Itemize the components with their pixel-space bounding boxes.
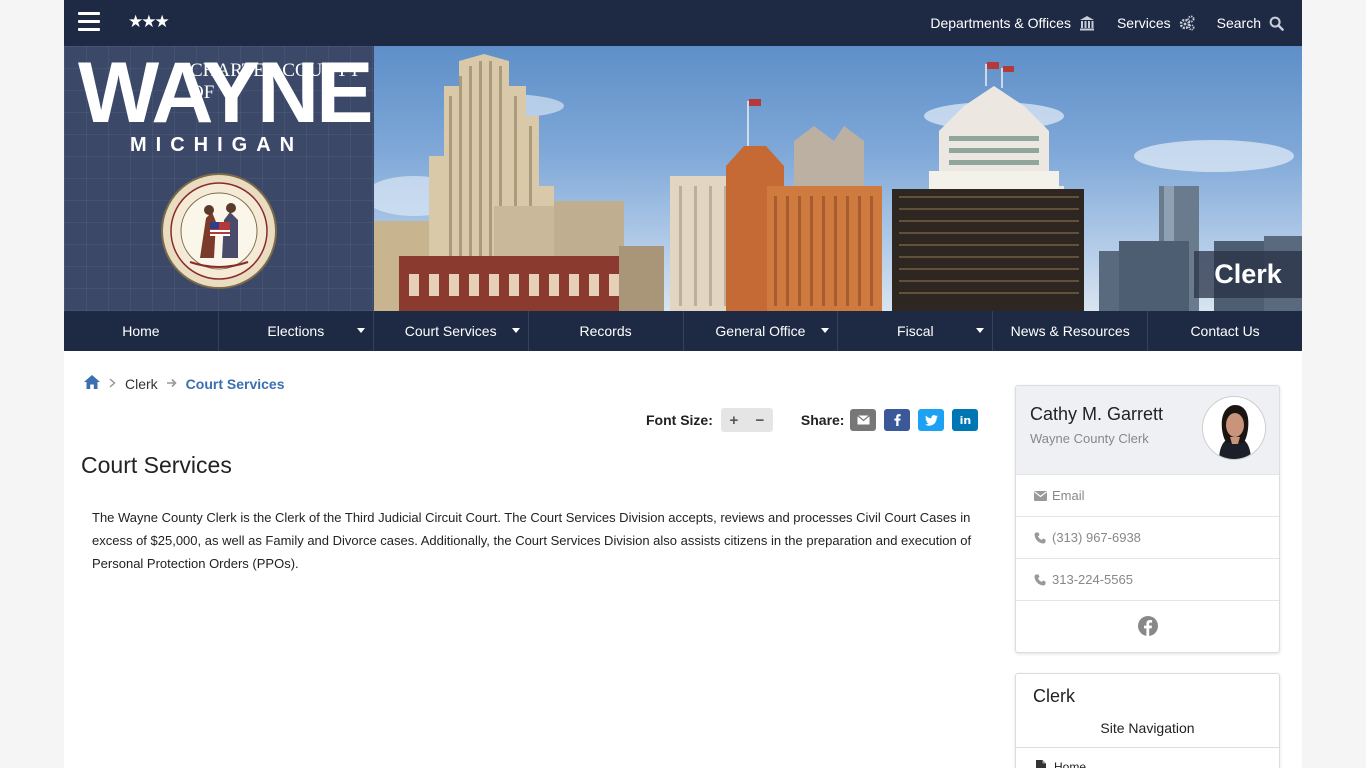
site-nav-home-link[interactable]: Home: [1016, 747, 1279, 768]
contact-card-header: Cathy M. Garrett Wayne County Clerk: [1016, 386, 1279, 474]
contact-email-link[interactable]: Email: [1016, 474, 1279, 516]
page-title: Court Services: [81, 452, 232, 478]
nav-home[interactable]: Home: [64, 311, 219, 351]
twitter-icon: [924, 414, 938, 426]
site-navigation-card: Clerk Site Navigation Home: [1015, 673, 1280, 768]
contact-facebook-row: [1016, 600, 1279, 652]
detroit-skyline-image: Clerk: [374, 46, 1302, 311]
nav-news-resources[interactable]: News & Resources: [993, 311, 1149, 351]
breadcrumb-current[interactable]: Court Services: [186, 376, 285, 392]
envelope-icon: [857, 415, 870, 425]
services-label: Services: [1116, 15, 1171, 31]
contact-email-label: Email: [1052, 488, 1085, 503]
nav-home-label: Home: [122, 323, 160, 339]
nav-court-services-label: Court Services: [404, 323, 497, 339]
font-decrease-button[interactable]: −: [756, 412, 765, 429]
site-nav-home-label: Home: [1054, 760, 1087, 768]
share-facebook-button[interactable]: [884, 409, 911, 431]
page: ★★★ Departments & Offices Services Searc…: [64, 0, 1302, 768]
county-seal-icon: [160, 172, 278, 290]
nav-elections[interactable]: Elections: [219, 311, 374, 351]
gears-icon: [1179, 15, 1195, 31]
envelope-icon: [1032, 490, 1048, 501]
nav-contact-us-label: Contact Us: [1190, 323, 1260, 339]
facebook-circle-icon[interactable]: [1137, 616, 1158, 639]
site-navigation-subtitle: Site Navigation: [1100, 720, 1195, 736]
caret-down-icon[interactable]: [511, 328, 520, 333]
share-email-button[interactable]: [850, 409, 877, 431]
home-icon[interactable]: [84, 375, 100, 392]
nav-elections-label: Elections: [267, 323, 325, 339]
chevron-right-icon: [109, 376, 116, 391]
hamburger-menu-icon[interactable]: [78, 12, 100, 32]
search-icon: [1269, 16, 1284, 31]
main-nav: Home Elections Court Services Records Ge…: [64, 311, 1302, 351]
stars-logo: ★★★: [128, 12, 170, 32]
logo-charter-text: CHARTER COUNTY OF: [190, 60, 361, 103]
avatar: [1202, 396, 1266, 460]
nav-general-office[interactable]: General Office: [684, 311, 839, 351]
caret-down-icon[interactable]: [976, 328, 985, 333]
top-nav: Departments & Offices Services Search: [908, 0, 1284, 46]
phone-icon: [1032, 532, 1048, 544]
top-bar: ★★★ Departments & Offices Services Searc…: [64, 0, 1302, 46]
file-icon: [1036, 760, 1046, 768]
page-body-text: The Wayne County Clerk is the Clerk of t…: [92, 510, 972, 571]
nav-news-resources-label: News & Resources: [1010, 323, 1130, 339]
nav-court-services[interactable]: Court Services: [374, 311, 529, 351]
font-increase-button[interactable]: +: [730, 412, 739, 429]
font-size-label: Font Size:: [646, 412, 713, 428]
nav-records[interactable]: Records: [529, 311, 684, 351]
nav-fiscal-label: Fiscal: [897, 323, 934, 339]
breadcrumb: Clerk Court Services: [84, 375, 285, 392]
contact-title: Wayne County Clerk: [1030, 431, 1149, 446]
contact-card: Cathy M. Garrett Wayne County Clerk Emai…: [1015, 385, 1280, 653]
site-navigation-title: Clerk: [1033, 686, 1076, 706]
arrow-right-icon: [166, 376, 177, 391]
building-icon: [1079, 15, 1095, 31]
phone-icon: [1032, 574, 1048, 586]
breadcrumb-clerk[interactable]: Clerk: [125, 376, 158, 392]
departments-offices-label: Departments & Offices: [930, 15, 1071, 31]
caret-down-icon[interactable]: [356, 328, 365, 333]
contact-phone-2-text: 313-224-5565: [1052, 572, 1133, 587]
page-tools: Font Size: + − Share: in: [646, 408, 979, 432]
search-link[interactable]: Search: [1217, 15, 1284, 31]
services-link[interactable]: Services: [1117, 15, 1195, 31]
caret-down-icon[interactable]: [821, 328, 830, 333]
font-size-controls: + −: [720, 408, 773, 432]
contact-phone-2[interactable]: 313-224-5565: [1016, 558, 1279, 600]
search-label: Search: [1216, 15, 1261, 31]
nav-general-office-label: General Office: [715, 323, 806, 339]
county-logo[interactable]: WAYNE CHARTER COUNTY OF MICHIGAN: [64, 46, 374, 311]
linkedin-icon: in: [959, 413, 972, 427]
share-label: Share:: [800, 412, 845, 428]
logo-michigan-text: MICHIGAN: [130, 134, 304, 156]
contact-phone-1[interactable]: (313) 967-6938: [1016, 516, 1279, 558]
share-twitter-button[interactable]: [918, 409, 945, 431]
facebook-icon: [894, 414, 901, 426]
share-linkedin-button[interactable]: in: [952, 409, 979, 431]
contact-name: Cathy M. Garrett: [1030, 404, 1164, 424]
contact-phone-1-text: (313) 967-6938: [1052, 530, 1141, 545]
nav-fiscal[interactable]: Fiscal: [838, 311, 994, 351]
nav-records-label: Records: [579, 323, 632, 339]
departments-offices-link[interactable]: Departments & Offices: [930, 15, 1095, 31]
department-name: Clerk: [1194, 251, 1302, 298]
nav-contact-us[interactable]: Contact Us: [1148, 311, 1302, 351]
banner: WAYNE CHARTER COUNTY OF MICHIGAN Clerk: [64, 46, 1302, 311]
